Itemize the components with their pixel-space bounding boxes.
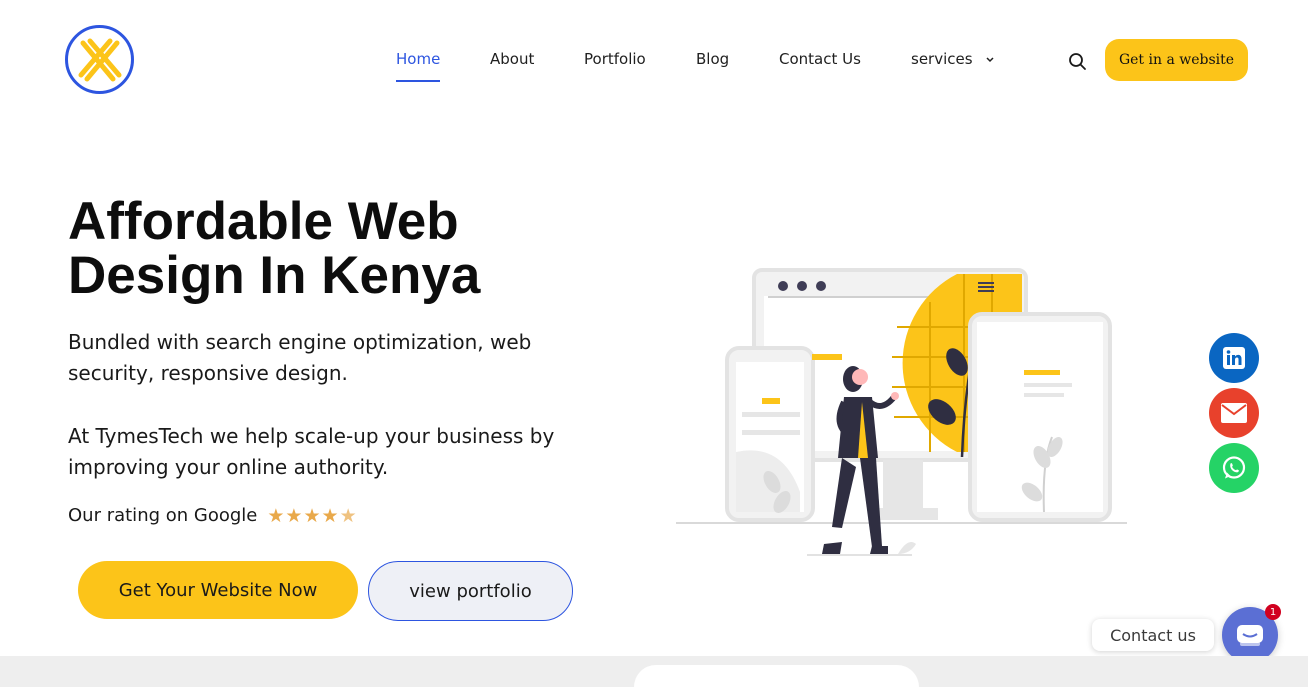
notification-badge: 1 [1265, 604, 1281, 620]
hero-subtitle: Bundled with search engine optimization,… [68, 330, 532, 385]
contact-us-label[interactable]: Contact us [1092, 619, 1214, 651]
nav-about[interactable]: About [490, 50, 534, 68]
view-portfolio-button[interactable]: view portfolio [368, 561, 573, 621]
hero-subtitle-secondary: At TymesTech we help scale-up your busin… [68, 424, 555, 479]
email-button[interactable] [1209, 388, 1259, 438]
whatsapp-button[interactable] [1209, 443, 1259, 493]
web-design-illustration [676, 268, 1127, 556]
hero-title: Affordable Web Design In Kenya [68, 192, 481, 305]
star-icon: ★ [321, 504, 339, 527]
rating-label: Our rating on Google [68, 505, 258, 526]
linkedin-icon [1223, 347, 1245, 369]
linkedin-button[interactable] [1209, 333, 1259, 383]
nav-blog[interactable]: Blog [696, 50, 729, 68]
rating-stars: ★ ★ ★ ★ ★ [267, 506, 356, 526]
nav-services-label: services [911, 50, 973, 68]
star-icon: ★ [303, 504, 321, 527]
whatsapp-icon [1222, 456, 1246, 479]
next-section-card [634, 665, 919, 687]
get-website-header-button[interactable]: Get in a website [1105, 39, 1248, 81]
nav-contact-us[interactable]: Contact Us [779, 50, 861, 68]
nav-active-underline [396, 80, 440, 82]
nav-portfolio[interactable]: Portfolio [584, 50, 646, 68]
google-rating: Our rating on Google ★ ★ ★ ★ ★ [68, 505, 357, 526]
star-icon: ★ [267, 504, 285, 527]
star-icon: ★ [285, 504, 303, 527]
nav-services[interactable]: services [911, 50, 995, 68]
search-icon [1069, 53, 1086, 70]
nav-home[interactable]: Home [396, 50, 440, 68]
email-icon [1221, 403, 1247, 423]
x-logo-icon [78, 38, 121, 81]
search-button[interactable] [1066, 50, 1088, 72]
get-website-now-button[interactable]: Get Your Website Now [78, 561, 358, 619]
site-logo[interactable] [65, 25, 134, 94]
chat-icon [1237, 625, 1263, 646]
half-star-icon: ★ [339, 504, 357, 527]
chevron-down-icon [986, 56, 994, 62]
